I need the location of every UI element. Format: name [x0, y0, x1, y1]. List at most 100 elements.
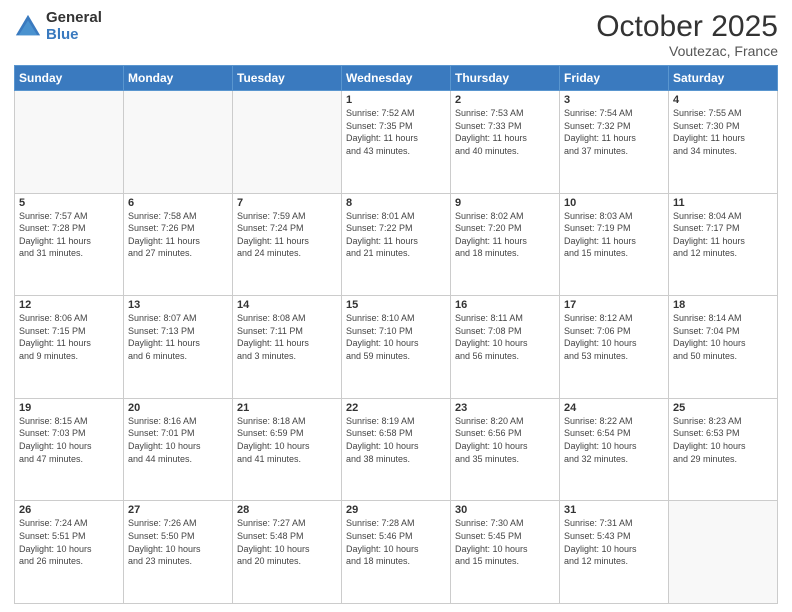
- day-number: 5: [19, 197, 119, 209]
- day-info: Sunrise: 7:57 AM Sunset: 7:28 PM Dayligh…: [19, 210, 119, 260]
- day-info: Sunrise: 7:55 AM Sunset: 7:30 PM Dayligh…: [673, 107, 773, 157]
- day-number: 15: [346, 299, 446, 311]
- logo-icon: [14, 13, 42, 41]
- day-info: Sunrise: 8:01 AM Sunset: 7:22 PM Dayligh…: [346, 210, 446, 260]
- day-info: Sunrise: 7:58 AM Sunset: 7:26 PM Dayligh…: [128, 210, 228, 260]
- day-info: Sunrise: 8:04 AM Sunset: 7:17 PM Dayligh…: [673, 210, 773, 260]
- col-saturday: Saturday: [669, 66, 778, 91]
- table-row: [669, 501, 778, 604]
- col-sunday: Sunday: [15, 66, 124, 91]
- table-row: [124, 91, 233, 194]
- day-number: 27: [128, 504, 228, 516]
- day-number: 17: [564, 299, 664, 311]
- day-info: Sunrise: 8:03 AM Sunset: 7:19 PM Dayligh…: [564, 210, 664, 260]
- day-info: Sunrise: 8:18 AM Sunset: 6:59 PM Dayligh…: [237, 415, 337, 465]
- header: General Blue October 2025 Voutezac, Fran…: [14, 10, 778, 59]
- table-row: 11Sunrise: 8:04 AM Sunset: 7:17 PM Dayli…: [669, 193, 778, 296]
- day-info: Sunrise: 8:02 AM Sunset: 7:20 PM Dayligh…: [455, 210, 555, 260]
- day-number: 30: [455, 504, 555, 516]
- table-row: 14Sunrise: 8:08 AM Sunset: 7:11 PM Dayli…: [233, 296, 342, 399]
- table-row: 5Sunrise: 7:57 AM Sunset: 7:28 PM Daylig…: [15, 193, 124, 296]
- day-info: Sunrise: 8:20 AM Sunset: 6:56 PM Dayligh…: [455, 415, 555, 465]
- table-row: 1Sunrise: 7:52 AM Sunset: 7:35 PM Daylig…: [342, 91, 451, 194]
- day-info: Sunrise: 7:54 AM Sunset: 7:32 PM Dayligh…: [564, 107, 664, 157]
- logo-general-text: General: [46, 10, 102, 27]
- table-row: 24Sunrise: 8:22 AM Sunset: 6:54 PM Dayli…: [560, 398, 669, 501]
- table-row: 15Sunrise: 8:10 AM Sunset: 7:10 PM Dayli…: [342, 296, 451, 399]
- table-row: 19Sunrise: 8:15 AM Sunset: 7:03 PM Dayli…: [15, 398, 124, 501]
- day-number: 3: [564, 94, 664, 106]
- table-row: 31Sunrise: 7:31 AM Sunset: 5:43 PM Dayli…: [560, 501, 669, 604]
- location-title: Voutezac, France: [596, 43, 778, 59]
- calendar-week-row: 1Sunrise: 7:52 AM Sunset: 7:35 PM Daylig…: [15, 91, 778, 194]
- day-number: 28: [237, 504, 337, 516]
- table-row: 6Sunrise: 7:58 AM Sunset: 7:26 PM Daylig…: [124, 193, 233, 296]
- day-info: Sunrise: 7:28 AM Sunset: 5:46 PM Dayligh…: [346, 517, 446, 567]
- day-number: 1: [346, 94, 446, 106]
- calendar-week-row: 5Sunrise: 7:57 AM Sunset: 7:28 PM Daylig…: [15, 193, 778, 296]
- calendar-week-row: 19Sunrise: 8:15 AM Sunset: 7:03 PM Dayli…: [15, 398, 778, 501]
- day-number: 8: [346, 197, 446, 209]
- col-tuesday: Tuesday: [233, 66, 342, 91]
- table-row: 16Sunrise: 8:11 AM Sunset: 7:08 PM Dayli…: [451, 296, 560, 399]
- table-row: 30Sunrise: 7:30 AM Sunset: 5:45 PM Dayli…: [451, 501, 560, 604]
- calendar-header-row: Sunday Monday Tuesday Wednesday Thursday…: [15, 66, 778, 91]
- table-row: 25Sunrise: 8:23 AM Sunset: 6:53 PM Dayli…: [669, 398, 778, 501]
- day-info: Sunrise: 8:19 AM Sunset: 6:58 PM Dayligh…: [346, 415, 446, 465]
- table-row: 10Sunrise: 8:03 AM Sunset: 7:19 PM Dayli…: [560, 193, 669, 296]
- day-info: Sunrise: 7:27 AM Sunset: 5:48 PM Dayligh…: [237, 517, 337, 567]
- day-number: 26: [19, 504, 119, 516]
- day-info: Sunrise: 8:23 AM Sunset: 6:53 PM Dayligh…: [673, 415, 773, 465]
- table-row: 20Sunrise: 8:16 AM Sunset: 7:01 PM Dayli…: [124, 398, 233, 501]
- day-number: 14: [237, 299, 337, 311]
- table-row: 4Sunrise: 7:55 AM Sunset: 7:30 PM Daylig…: [669, 91, 778, 194]
- day-info: Sunrise: 8:12 AM Sunset: 7:06 PM Dayligh…: [564, 312, 664, 362]
- main-container: General Blue October 2025 Voutezac, Fran…: [0, 0, 792, 612]
- table-row: 21Sunrise: 8:18 AM Sunset: 6:59 PM Dayli…: [233, 398, 342, 501]
- col-friday: Friday: [560, 66, 669, 91]
- logo-text: General Blue: [46, 10, 102, 43]
- table-row: 28Sunrise: 7:27 AM Sunset: 5:48 PM Dayli…: [233, 501, 342, 604]
- day-info: Sunrise: 7:31 AM Sunset: 5:43 PM Dayligh…: [564, 517, 664, 567]
- day-number: 4: [673, 94, 773, 106]
- day-number: 23: [455, 402, 555, 414]
- day-info: Sunrise: 8:11 AM Sunset: 7:08 PM Dayligh…: [455, 312, 555, 362]
- col-wednesday: Wednesday: [342, 66, 451, 91]
- day-number: 7: [237, 197, 337, 209]
- table-row: 8Sunrise: 8:01 AM Sunset: 7:22 PM Daylig…: [342, 193, 451, 296]
- day-info: Sunrise: 8:08 AM Sunset: 7:11 PM Dayligh…: [237, 312, 337, 362]
- day-info: Sunrise: 7:52 AM Sunset: 7:35 PM Dayligh…: [346, 107, 446, 157]
- table-row: 27Sunrise: 7:26 AM Sunset: 5:50 PM Dayli…: [124, 501, 233, 604]
- day-number: 13: [128, 299, 228, 311]
- day-number: 25: [673, 402, 773, 414]
- day-number: 29: [346, 504, 446, 516]
- month-title: October 2025: [596, 10, 778, 43]
- day-number: 6: [128, 197, 228, 209]
- day-number: 22: [346, 402, 446, 414]
- table-row: 26Sunrise: 7:24 AM Sunset: 5:51 PM Dayli…: [15, 501, 124, 604]
- table-row: 3Sunrise: 7:54 AM Sunset: 7:32 PM Daylig…: [560, 91, 669, 194]
- logo-blue-text: Blue: [46, 27, 102, 44]
- day-number: 12: [19, 299, 119, 311]
- table-row: 29Sunrise: 7:28 AM Sunset: 5:46 PM Dayli…: [342, 501, 451, 604]
- day-info: Sunrise: 7:30 AM Sunset: 5:45 PM Dayligh…: [455, 517, 555, 567]
- day-info: Sunrise: 7:24 AM Sunset: 5:51 PM Dayligh…: [19, 517, 119, 567]
- day-info: Sunrise: 8:14 AM Sunset: 7:04 PM Dayligh…: [673, 312, 773, 362]
- table-row: 17Sunrise: 8:12 AM Sunset: 7:06 PM Dayli…: [560, 296, 669, 399]
- day-info: Sunrise: 7:53 AM Sunset: 7:33 PM Dayligh…: [455, 107, 555, 157]
- day-number: 24: [564, 402, 664, 414]
- day-info: Sunrise: 8:22 AM Sunset: 6:54 PM Dayligh…: [564, 415, 664, 465]
- day-number: 16: [455, 299, 555, 311]
- day-number: 18: [673, 299, 773, 311]
- table-row: 18Sunrise: 8:14 AM Sunset: 7:04 PM Dayli…: [669, 296, 778, 399]
- day-info: Sunrise: 8:16 AM Sunset: 7:01 PM Dayligh…: [128, 415, 228, 465]
- day-number: 11: [673, 197, 773, 209]
- day-info: Sunrise: 7:26 AM Sunset: 5:50 PM Dayligh…: [128, 517, 228, 567]
- table-row: 13Sunrise: 8:07 AM Sunset: 7:13 PM Dayli…: [124, 296, 233, 399]
- table-row: 12Sunrise: 8:06 AM Sunset: 7:15 PM Dayli…: [15, 296, 124, 399]
- day-number: 2: [455, 94, 555, 106]
- day-info: Sunrise: 7:59 AM Sunset: 7:24 PM Dayligh…: [237, 210, 337, 260]
- calendar-week-row: 12Sunrise: 8:06 AM Sunset: 7:15 PM Dayli…: [15, 296, 778, 399]
- table-row: 9Sunrise: 8:02 AM Sunset: 7:20 PM Daylig…: [451, 193, 560, 296]
- col-thursday: Thursday: [451, 66, 560, 91]
